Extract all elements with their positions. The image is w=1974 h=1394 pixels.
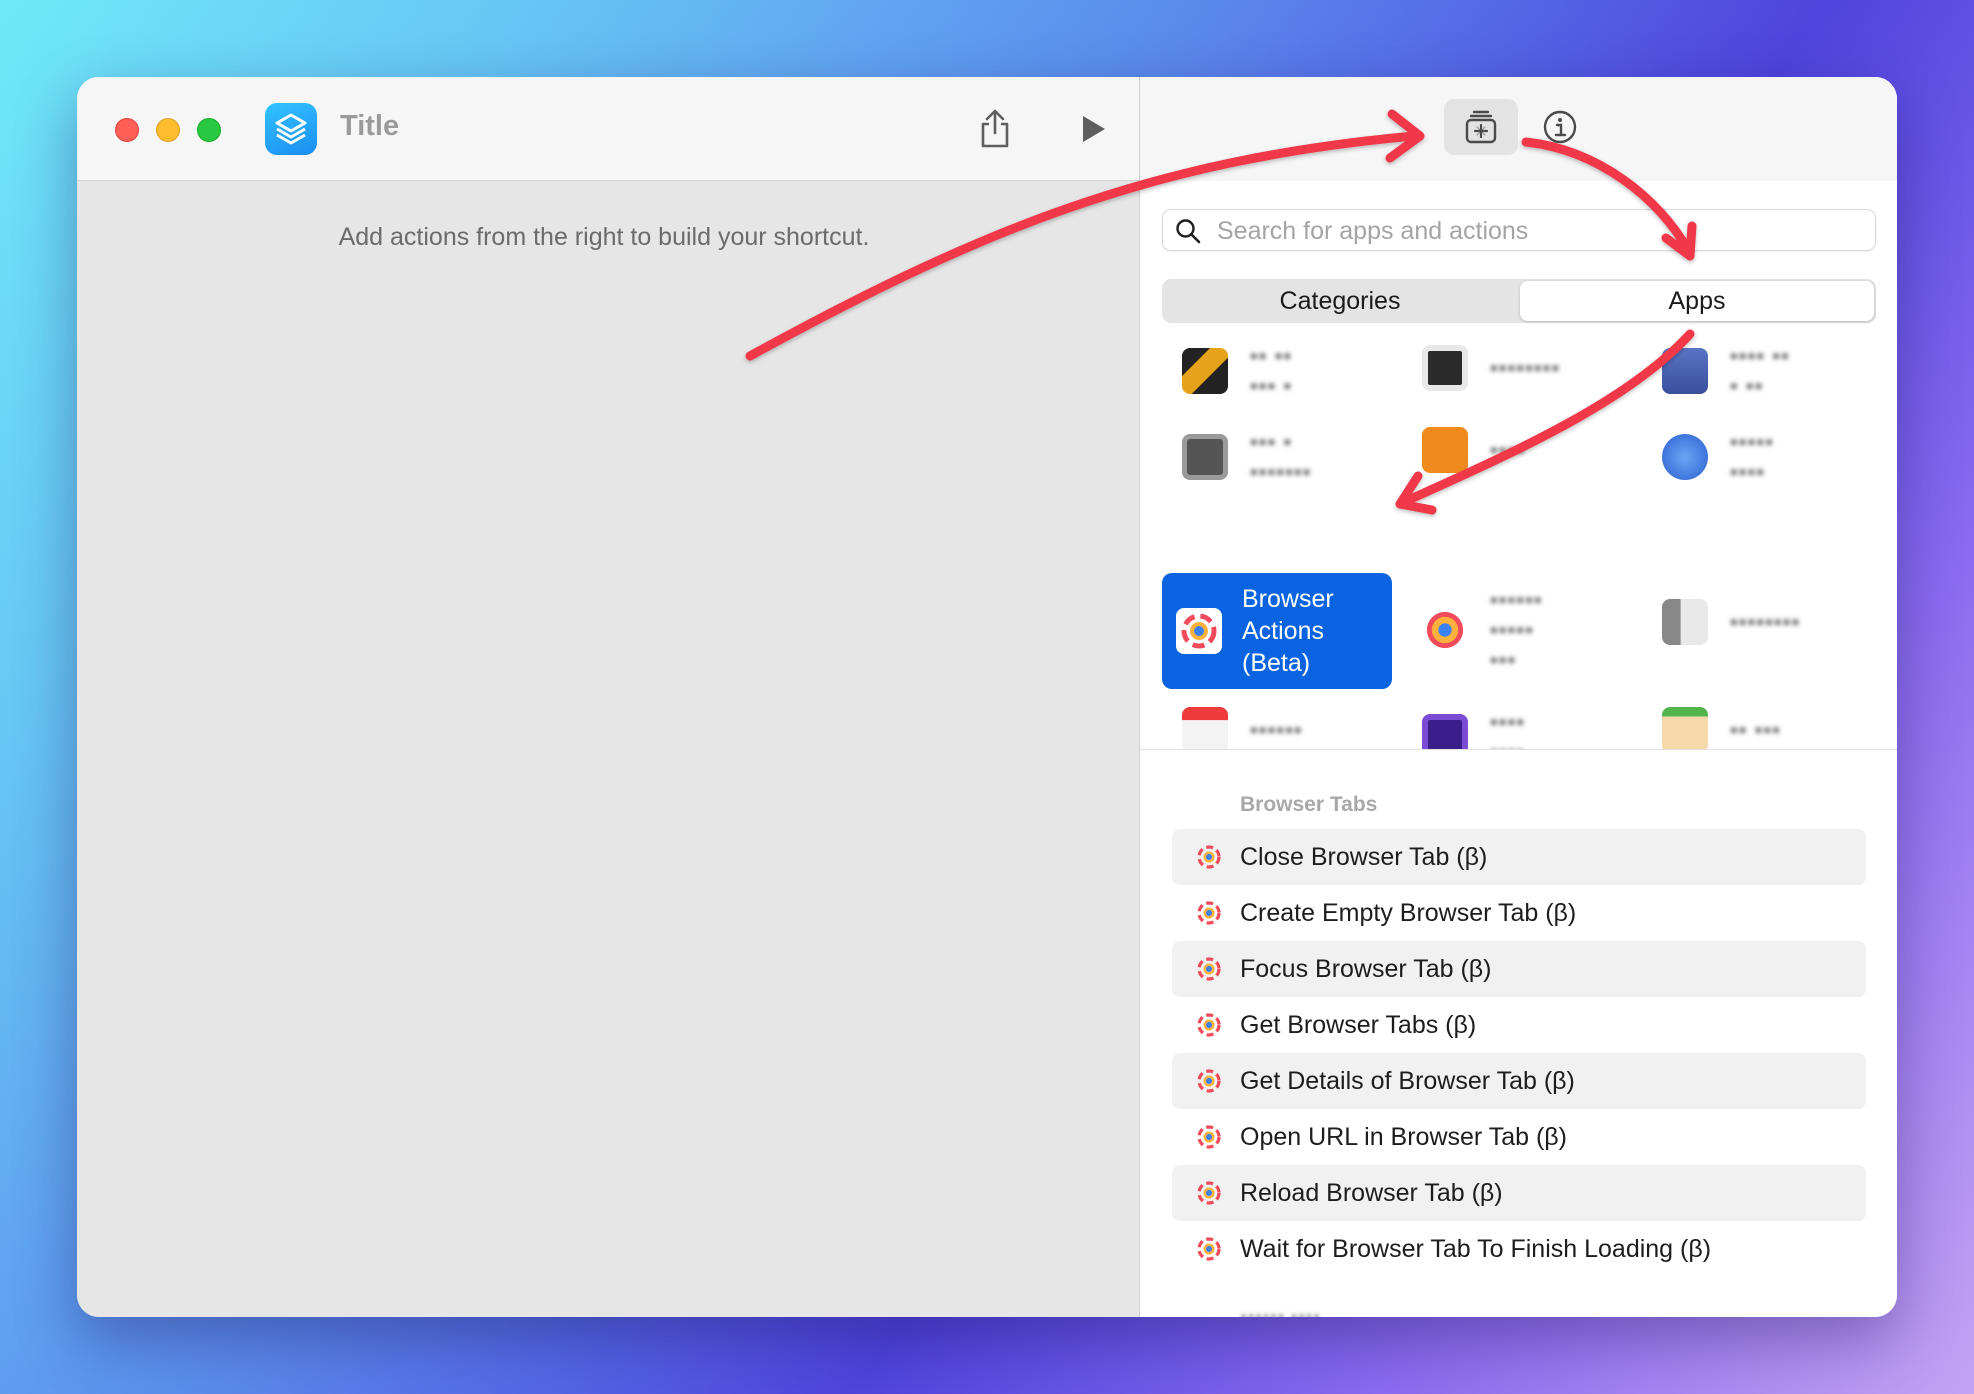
info-icon [1543,110,1577,144]
app-label-obscured: ▪▪ ▪▪ ▪▪▪ ▪ [1250,345,1293,398]
app-icon [1422,345,1468,391]
action-label: Create Empty Browser Tab (β) [1240,898,1577,927]
action-label: Get Details of Browser Tab (β) [1240,1066,1575,1095]
action-label: Reload Browser Tab (β) [1240,1178,1503,1207]
tab-categories[interactable]: Categories [1162,279,1518,323]
app-icon [1182,434,1228,480]
app-label-obscured: ▪▪▪▪▪▪▪▪ [1490,709,1526,749]
action-create-empty-browser-tab[interactable]: Create Empty Browser Tab (β) [1172,885,1866,941]
editor-pane: Title Add actions from the right to buil… [77,77,1139,1317]
app-cell[interactable]: ▪▪▪▪▪▪▪▪ [1422,345,1642,391]
empty-editor-hint: Add actions from the right to build your… [338,223,870,251]
app-cell[interactable]: ▪▪ ▪▪▪ [1662,707,1882,749]
app-icon [1662,434,1708,480]
shortcut-title[interactable]: Title [340,110,399,143]
share-button[interactable] [971,105,1019,153]
app-label-obscured: ▪▪▪ ▪ ▪▪▪▪▪▪▪ [1250,429,1312,484]
app-icon [1422,427,1468,473]
close-window-button[interactable] [115,118,139,142]
app-cell[interactable]: ▪▪ ▪▪ ▪▪▪ ▪ [1182,345,1402,401]
app-label-obscured: ▪▪▪▪▪ ▪▪▪▪ [1730,429,1774,484]
search-icon [1176,219,1201,244]
app-label-obscured: ▪▪▪▪▪▪ ▪▪▪▪▪ ▪▪▪ [1490,587,1543,672]
browser-actions-icon [1176,608,1222,654]
browser-actions-icon [1197,1013,1221,1037]
app-icon [1422,714,1468,749]
action-focus-browser-tab[interactable]: Focus Browser Tab (β) [1172,941,1866,997]
action-open-url-in-browser-tab[interactable]: Open URL in Browser Tab (β) [1172,1109,1866,1165]
app-cell[interactable]: ▪▪▪ ▪ ▪▪▪▪▪▪▪ [1182,427,1402,487]
zoom-window-button[interactable] [197,118,221,142]
action-reload-browser-tab[interactable]: Reload Browser Tab (β) [1172,1165,1866,1221]
library-header [1140,77,1897,181]
run-button[interactable] [1069,105,1117,153]
action-get-details-of-browser-tab[interactable]: Get Details of Browser Tab (β) [1172,1053,1866,1109]
app-cell[interactable]: ▪▪▪▪▪ ▪▪▪▪ [1662,427,1882,487]
app-label-obscured: ▪▪▪▪▪▪▪▪ [1490,355,1561,380]
app-browser-actions-selected[interactable]: Browser Actions (Beta) [1162,573,1392,689]
share-icon [981,109,1009,148]
app-cell[interactable]: ▪▪▪▪▪▪▪▪ [1422,707,1642,749]
app-icon [1662,599,1708,645]
info-button[interactable] [1540,107,1580,147]
action-label: Close Browser Tab (β) [1240,842,1488,871]
browser-actions-icon [1197,1125,1221,1149]
app-label-obscured: ▪▪▪▪▪▪▪▪ [1730,609,1801,634]
action-label: Focus Browser Tab (β) [1240,954,1492,983]
search-field[interactable] [1162,209,1876,251]
action-label: Wait for Browser Tab To Finish Loading (… [1240,1234,1712,1263]
browser-actions-icon [1197,957,1221,981]
browser-actions-label: Browser Actions (Beta) [1242,585,1334,677]
shortcuts-app-icon [265,103,317,155]
browser-tabs-actions-list: Close Browser Tab (β) Create Empty Brows… [1172,829,1866,1277]
tab-apps[interactable]: Apps [1520,281,1874,321]
action-label: Get Browser Tabs (β) [1240,1010,1477,1039]
browser-actions-icon [1197,1069,1221,1093]
app-cell[interactable]: ▪▪▪▪ ▪▪ ▪ ▪▪ [1662,345,1882,401]
minimize-window-button[interactable] [156,118,180,142]
title-bar: Title [77,77,1139,181]
app-cell[interactable]: ▪▪▪▪▪▪ ▪▪▪▪▪ ▪▪▪ [1422,585,1642,675]
play-icon [1083,116,1105,142]
section-title: Browser Tabs [1240,793,1378,816]
action-label: Open URL in Browser Tab (β) [1240,1122,1568,1151]
app-label-obscured: ▪▪▪▪ ▪▪ ▪ ▪▪ [1730,345,1790,398]
app-label-obscured: ▪▪ ▪▪▪ [1730,717,1782,742]
next-section-title-partial: ▪▪▪▪▪▪ ▪▪▪▪ [1240,1305,1321,1317]
apps-grid: ▪▪ ▪▪ ▪▪▪ ▪ ▪▪▪▪▪▪▪▪ ▪▪▪▪ ▪▪ ▪ ▪▪ ▪▪▪ ▪ ▪▪▪… [1140,345,1897,750]
app-icon [1662,348,1708,394]
browser-actions-icon [1197,845,1221,869]
browser-actions-icon [1197,1181,1221,1205]
action-close-browser-tab[interactable]: Close Browser Tab (β) [1172,829,1866,885]
action-library-icon [1465,110,1497,144]
app-icon [1182,348,1228,394]
browser-actions-icon [1197,1237,1221,1261]
library-segmented-control: Categories Apps [1162,279,1876,323]
action-library-button[interactable] [1444,99,1518,155]
app-icon [1422,607,1468,653]
app-cell[interactable]: ▪▪▪▪ [1422,427,1642,473]
search-input[interactable] [1215,214,1859,248]
shortcut-editor-window: Title Add actions from the right to buil… [77,77,1897,1317]
app-label-obscured: ▪▪▪▪▪▪ [1250,717,1303,742]
app-cell[interactable]: ▪▪▪▪▪▪▪▪ [1662,599,1882,645]
app-icon [1182,707,1228,749]
browser-actions-icon [1197,901,1221,925]
action-wait-for-browser-tab-loading[interactable]: Wait for Browser Tab To Finish Loading (… [1172,1221,1866,1277]
action-get-browser-tabs[interactable]: Get Browser Tabs (β) [1172,997,1866,1053]
app-cell[interactable]: ▪▪▪▪▪▪ [1182,707,1402,749]
action-library-pane: Categories Apps ▪▪ ▪▪▪▪▪ ▪ ▪▪▪▪▪▪▪▪ ▪▪▪▪… [1139,77,1897,1317]
app-icon [1662,707,1708,749]
app-label-obscured: ▪▪▪▪ [1490,437,1526,462]
